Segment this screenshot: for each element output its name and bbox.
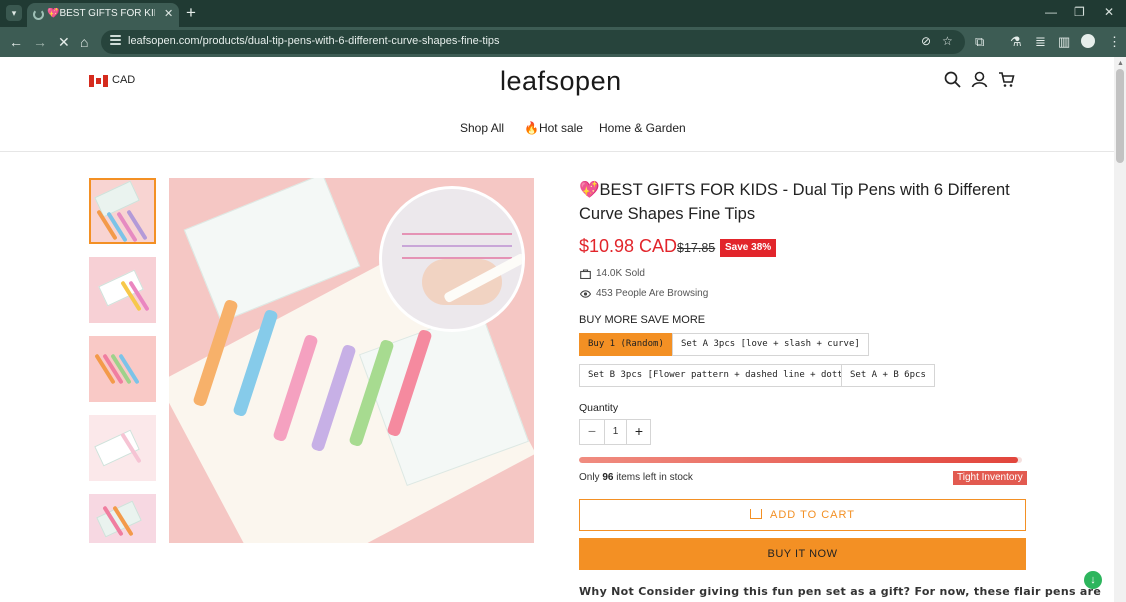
stock-progress-bar xyxy=(579,457,1022,463)
quantity-stepper: − 1 + xyxy=(579,419,651,445)
nav-shop-all[interactable]: Shop All xyxy=(460,121,504,135)
tab-title: 💖BEST GIFTS FOR KIDS - Dual xyxy=(47,8,155,19)
menu-icon[interactable]: ⋮ xyxy=(1108,34,1121,50)
stock-progress-fill xyxy=(579,457,1018,463)
product-thumbnail[interactable] xyxy=(89,178,156,244)
extensions-icon[interactable]: ⧉ xyxy=(975,34,984,50)
minimize-icon[interactable]: — xyxy=(1045,5,1057,19)
stop-icon[interactable]: ✕ xyxy=(58,34,70,51)
url-text[interactable]: leafsopen.com/products/dual-tip-pens-wit… xyxy=(128,35,500,47)
buy-now-button[interactable]: BUY IT NOW xyxy=(579,538,1026,570)
zoom-detail-image xyxy=(379,186,525,332)
page-scrollbar[interactable]: ▲ xyxy=(1114,57,1126,602)
browsing-count: 453 People Are Browsing xyxy=(596,288,709,299)
profile-icon[interactable] xyxy=(1081,34,1095,48)
back-icon[interactable]: ← xyxy=(9,34,23,50)
product-price: $10.98 CAD xyxy=(579,236,678,256)
product-title: 💖BEST GIFTS FOR KIDS - Dual Tip Pens wit… xyxy=(579,181,1010,223)
stock-count: 96 xyxy=(602,472,614,483)
loading-spinner-icon xyxy=(33,9,44,20)
canada-flag-icon[interactable] xyxy=(89,75,108,87)
cart-icon xyxy=(750,509,763,519)
store-logo[interactable]: leafsopen xyxy=(500,66,622,97)
heart-icon: 💖 xyxy=(579,181,600,199)
options-label: BUY MORE SAVE MORE xyxy=(579,314,706,326)
tab-close-icon[interactable]: ✕ xyxy=(164,7,173,20)
bag-icon xyxy=(580,269,591,279)
floating-chat-icon[interactable]: ↓ xyxy=(1084,571,1102,589)
labs-icon[interactable]: ⚗ xyxy=(1010,34,1022,50)
sidebar-icon[interactable]: ▥ xyxy=(1058,34,1070,50)
compare-price: $17.85 xyxy=(677,241,716,255)
add-to-cart-button[interactable]: ADD TO CART xyxy=(579,499,1026,531)
option-set-a[interactable]: Set A 3pcs [love + slash + curve] xyxy=(672,333,869,356)
quantity-label: Quantity xyxy=(579,402,619,414)
home-icon[interactable]: ⌂ xyxy=(80,34,88,50)
account-icon[interactable] xyxy=(971,71,988,88)
address-bar[interactable]: leafsopen.com/products/dual-tip-pens-wit… xyxy=(101,30,965,54)
scroll-up-icon[interactable]: ▲ xyxy=(1117,60,1124,67)
star-icon[interactable]: ☆ xyxy=(942,34,953,48)
browser-tab-bar: ▾ 💖BEST GIFTS FOR KIDS - Dual ✕ + — ❐ ✕ xyxy=(0,0,1126,27)
tight-inventory-badge: Tight Inventory xyxy=(953,471,1027,485)
media-icon[interactable]: ≣ xyxy=(1035,34,1046,50)
nav-home-garden[interactable]: Home & Garden xyxy=(599,121,686,135)
new-tab-button[interactable]: + xyxy=(186,3,196,23)
cart-icon[interactable] xyxy=(998,71,1015,88)
product-thumbnail[interactable] xyxy=(89,336,156,402)
currency-selector[interactable]: CAD xyxy=(112,74,135,86)
sold-count: 14.0K Sold xyxy=(596,268,645,279)
web-page: CAD leafsopen Shop All 🔥Hot sale Home & … xyxy=(0,57,1126,602)
product-thumbnail[interactable] xyxy=(89,494,156,543)
product-thumbnail[interactable] xyxy=(89,257,156,323)
save-badge: Save 38% xyxy=(720,239,777,257)
product-main-image[interactable] xyxy=(169,178,534,543)
quantity-minus-button[interactable]: − xyxy=(580,420,604,444)
tab-search-icon[interactable]: ▾ xyxy=(6,5,22,21)
nav-hot-sale[interactable]: 🔥Hot sale xyxy=(524,121,583,135)
browser-tab[interactable]: 💖BEST GIFTS FOR KIDS - Dual ✕ xyxy=(27,3,179,27)
quantity-plus-button[interactable]: + xyxy=(627,420,651,444)
option-set-a-b[interactable]: Set A + B 6pcs xyxy=(841,364,935,387)
header-divider xyxy=(0,151,1114,152)
maximize-icon[interactable]: ❐ xyxy=(1074,5,1085,19)
stock-text: Only 96 items left in stock xyxy=(579,472,693,483)
browser-toolbar: ← → ✕ ⌂ leafsopen.com/products/dual-tip-… xyxy=(0,27,1126,57)
eye-icon xyxy=(580,290,591,298)
product-description: Why Not Consider giving this fun pen set… xyxy=(579,585,1102,598)
search-icon[interactable] xyxy=(944,71,961,88)
quantity-input[interactable]: 1 xyxy=(604,420,627,444)
option-buy-1[interactable]: Buy 1 (Random) xyxy=(579,333,673,356)
product-thumbnail[interactable] xyxy=(89,415,156,481)
eye-off-icon[interactable]: ⊘ xyxy=(921,34,931,48)
site-info-icon[interactable] xyxy=(110,35,121,48)
window-close-icon[interactable]: ✕ xyxy=(1104,5,1114,19)
forward-icon[interactable]: → xyxy=(33,34,47,50)
scroll-thumb[interactable] xyxy=(1116,69,1124,163)
